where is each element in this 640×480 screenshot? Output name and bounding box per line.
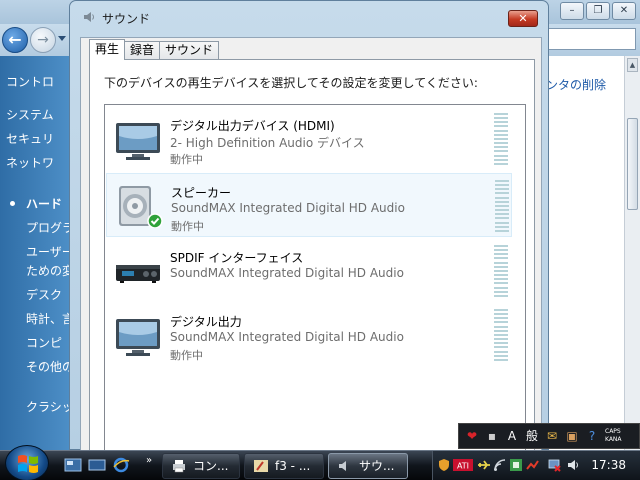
- taskbar-button-control-panel[interactable]: コン...: [162, 453, 240, 479]
- volume-meter: [494, 113, 508, 165]
- forward-button[interactable]: →: [30, 27, 56, 53]
- taskbar: » コン... f3 - ... サウ... ATI 17:38: [0, 445, 640, 480]
- bullet-icon: [10, 201, 15, 206]
- update-icon[interactable]: [525, 458, 539, 472]
- back-button[interactable]: ←: [2, 27, 28, 53]
- speaker-icon: [339, 461, 346, 471]
- volume-meter: [494, 245, 508, 297]
- svg-text:ATI: ATI: [457, 462, 469, 471]
- search-input[interactable]: [546, 28, 636, 50]
- taskbar-button-sound[interactable]: サウ...: [328, 453, 408, 479]
- chevron-down-icon[interactable]: [58, 36, 66, 41]
- nav-link[interactable]: コントロ: [6, 73, 54, 90]
- tools-icon[interactable]: ▣: [563, 426, 581, 446]
- tab-recording[interactable]: 録音: [124, 41, 161, 60]
- kana-label: KANA: [605, 436, 622, 443]
- close-button[interactable]: ✕: [612, 2, 636, 20]
- tab-playback[interactable]: 再生: [89, 39, 126, 60]
- nav-link[interactable]: コンピ: [26, 334, 62, 351]
- device-description: SoundMAX Integrated Digital HD Audio: [171, 201, 405, 215]
- dialog-body: 再生 録音 サウンド 下のデバイスの再生デバイスを選択してその設定を変更してくだ…: [80, 37, 542, 454]
- speaker-icon: [119, 186, 163, 228]
- volume-icon[interactable]: [567, 458, 581, 472]
- task-label: コン...: [193, 459, 229, 473]
- airplane-icon[interactable]: [477, 458, 491, 472]
- instruction-text: 下のデバイスの再生デバイスを選択してその設定を変更してください:: [104, 76, 478, 90]
- nav-link-current[interactable]: ハード: [26, 195, 62, 212]
- device-name: SPDIF インターフェイス: [170, 251, 304, 265]
- volume-meter: [495, 180, 509, 232]
- help-icon[interactable]: ?: [583, 426, 601, 446]
- input-mode-button[interactable]: A: [503, 426, 521, 446]
- switch-windows-icon[interactable]: [88, 457, 106, 473]
- device-list[interactable]: デジタル出力デバイス (HDMI) 2- High Definition Aud…: [104, 104, 526, 454]
- vertical-scrollbar[interactable]: ▲: [624, 56, 640, 450]
- taskbar-button-f3[interactable]: f3 - ...: [244, 453, 324, 479]
- separator: ▪: [487, 429, 497, 443]
- app-icon[interactable]: [509, 458, 523, 472]
- device-description: SoundMAX Integrated Digital HD Audio: [170, 266, 404, 280]
- task-pane: コントロ システム セキュリ ネットワ ハード プログラ ユーザー ための変 デ…: [0, 56, 74, 450]
- nav-link[interactable]: その他の: [26, 358, 74, 375]
- sound-dialog: サウンド ✕ 再生 録音 サウンド 下のデバイスの再生デバイスを選択してその設定…: [69, 0, 549, 454]
- minimize-button[interactable]: –: [560, 2, 584, 20]
- security-shield-icon[interactable]: [437, 458, 451, 472]
- start-button[interactable]: [5, 445, 49, 480]
- task-label: サウ...: [359, 459, 395, 473]
- maximize-button[interactable]: ❐: [586, 2, 610, 20]
- nav-link[interactable]: 時計、言: [26, 310, 74, 327]
- receiver-icon: [116, 265, 160, 283]
- device-name: スピーカー: [171, 186, 232, 200]
- nav-link[interactable]: プログラ: [26, 219, 74, 236]
- ime-language-bar: ❤ ▪ A 般 ✉ ▣ ? CAPS KANA: [458, 423, 640, 449]
- nav-link[interactable]: ユーザー: [26, 243, 74, 260]
- tab-sounds[interactable]: サウンド: [159, 41, 220, 60]
- nav-link[interactable]: ための変: [26, 262, 74, 279]
- device-description: SoundMAX Integrated Digital HD Audio: [170, 330, 404, 344]
- conversion-mode-button[interactable]: 般: [523, 426, 541, 446]
- dialog-title: サウンド: [102, 12, 151, 26]
- list-item[interactable]: デジタル出力デバイス (HDMI) 2- High Definition Aud…: [106, 107, 512, 171]
- monitor-icon: [116, 123, 160, 160]
- close-button[interactable]: ✕: [508, 10, 538, 27]
- tab-strip: 再生 録音 サウンド: [89, 39, 220, 60]
- nav-link[interactable]: デスク: [26, 286, 62, 303]
- device-name: デジタル出力デバイス (HDMI): [170, 119, 335, 133]
- device-name: デジタル出力: [170, 315, 242, 329]
- list-item-selected[interactable]: スピーカー SoundMAX Integrated Digital HD Aud…: [106, 173, 512, 237]
- nav-link[interactable]: ネットワ: [6, 154, 54, 171]
- device-status: 動作中: [171, 220, 204, 233]
- signal-icon[interactable]: [493, 458, 507, 472]
- quicklaunch-more-icon[interactable]: »: [146, 455, 152, 466]
- nav-link[interactable]: システム: [6, 106, 54, 123]
- scroll-thumb[interactable]: [627, 118, 638, 210]
- nav-link[interactable]: クラシッ: [26, 398, 74, 415]
- scroll-up-icon[interactable]: ▲: [627, 58, 638, 72]
- caps-kana-indicator: CAPS KANA: [605, 428, 622, 444]
- uninstall-link[interactable]: ンタの削除: [546, 76, 606, 93]
- notification-area: ATI 17:38: [432, 451, 640, 480]
- nav-link[interactable]: セキュリ: [6, 130, 54, 147]
- ime-pad-icon[interactable]: ❤: [463, 426, 481, 446]
- windows-logo-icon: [18, 455, 38, 473]
- paint-icon: [254, 460, 268, 472]
- device-status: 動作中: [170, 153, 203, 166]
- network-disconnected-icon[interactable]: [547, 458, 561, 472]
- device-description: 2- High Definition Audio デバイス: [170, 136, 365, 150]
- internet-explorer-icon[interactable]: [112, 457, 130, 473]
- playback-panel: 下のデバイスの再生デバイスを選択してその設定を変更してください: デジタル出力デ…: [89, 59, 535, 454]
- clock[interactable]: 17:38: [591, 458, 626, 472]
- ati-icon[interactable]: ATI: [453, 458, 473, 472]
- monitor-icon: [116, 319, 160, 356]
- show-desktop-icon[interactable]: [64, 457, 82, 473]
- list-item[interactable]: SPDIF インターフェイス SoundMAX Integrated Digit…: [106, 239, 512, 303]
- device-status: 動作中: [170, 349, 203, 362]
- printer-icon: [173, 460, 185, 473]
- caps-label: CAPS: [605, 428, 621, 435]
- dictionary-icon[interactable]: ✉: [543, 426, 561, 446]
- volume-meter: [494, 309, 508, 361]
- task-label: f3 - ...: [275, 459, 311, 473]
- speaker-icon: [84, 12, 94, 22]
- list-item[interactable]: デジタル出力 SoundMAX Integrated Digital HD Au…: [106, 303, 512, 367]
